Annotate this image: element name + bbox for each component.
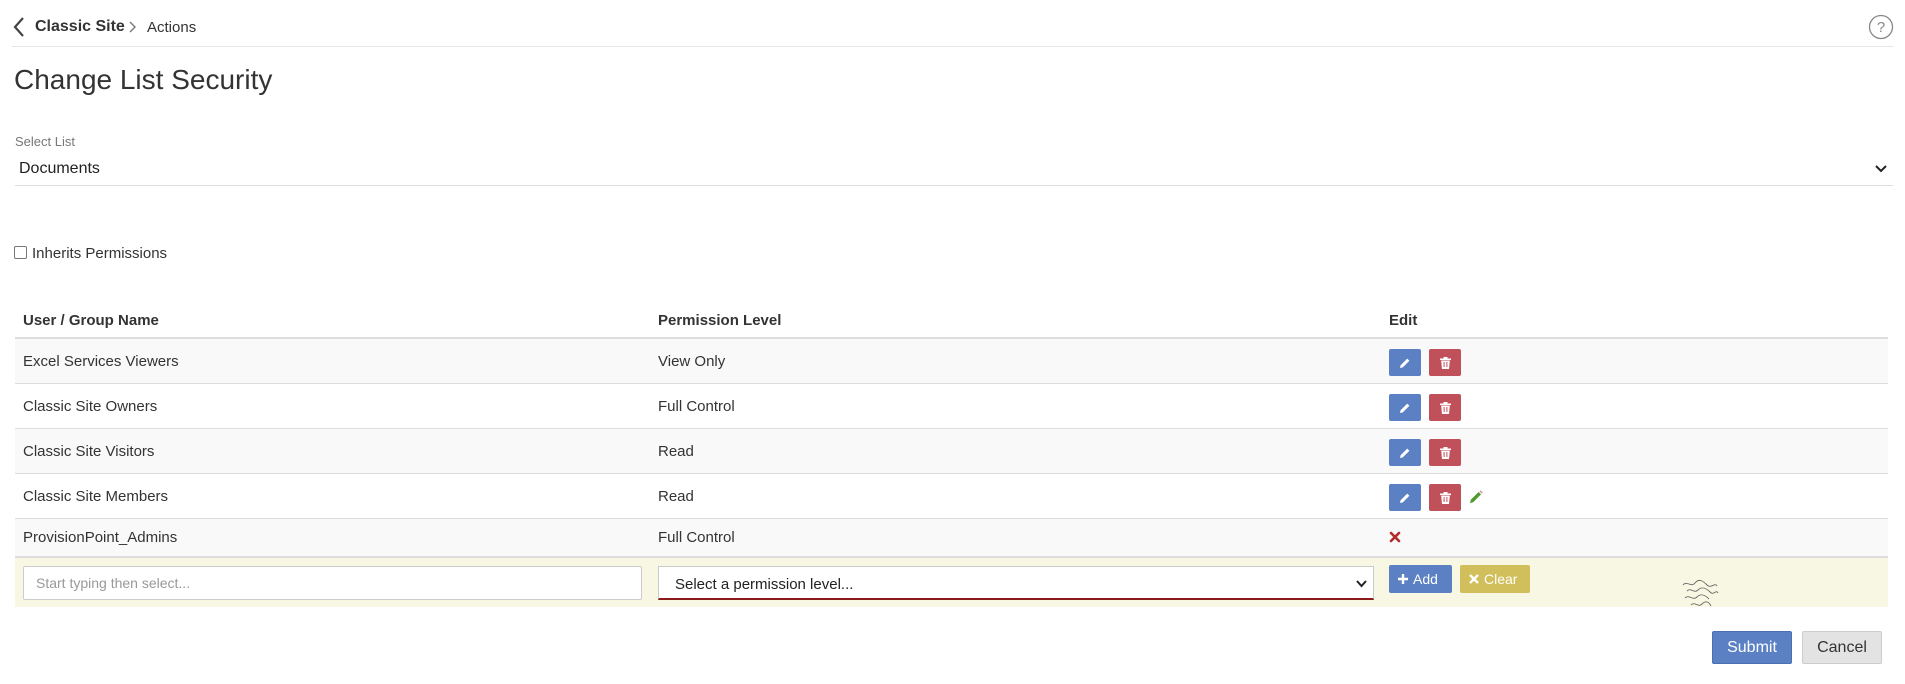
row-permission-level: Full Control (658, 529, 735, 546)
table-row: Excel Services Viewers View Only (15, 339, 1888, 384)
row-user-name: ProvisionPoint_Admins (23, 529, 178, 546)
plus-icon (1398, 574, 1408, 584)
list-select-value: Documents (19, 160, 100, 177)
row-user-name: Classic Site Owners (23, 398, 158, 415)
row-permission-level: Full Control (658, 398, 735, 415)
delete-button[interactable] (1429, 394, 1461, 421)
add-button-label: Add (1413, 571, 1438, 587)
table-row: Classic Site Visitors Read (15, 429, 1888, 474)
inherit-permissions-checkbox[interactable] (14, 246, 27, 259)
breadcrumb-site-link[interactable]: Classic Site (35, 18, 125, 36)
user-search-input[interactable] (23, 566, 642, 600)
add-button[interactable]: Add (1389, 565, 1452, 593)
submit-button[interactable]: Submit (1712, 631, 1792, 664)
permission-level-select-value: Select a permission level... (675, 576, 854, 593)
add-permission-row: Select a permission level... Add Clear (15, 557, 1888, 607)
delete-button[interactable] (1429, 484, 1461, 511)
svg-text:?: ? (1877, 19, 1885, 36)
delete-button[interactable] (1429, 439, 1461, 466)
cancel-button[interactable]: Cancel (1802, 631, 1882, 664)
header-edit: Edit (1389, 312, 1418, 329)
chevron-right-icon (129, 21, 136, 33)
pencil-icon (1400, 403, 1410, 413)
row-user-name: Classic Site Visitors (23, 443, 155, 460)
pencil-icon (1400, 493, 1410, 503)
header-user-group: User / Group Name (23, 312, 159, 329)
row-permission-level: Read (658, 488, 694, 505)
chevron-down-icon (1356, 580, 1367, 588)
trash-icon (1439, 446, 1451, 459)
permissions-table: User / Group Name Permission Level Edit … (15, 303, 1888, 607)
edit-button[interactable] (1389, 394, 1421, 421)
modified-pencil-icon (1470, 490, 1483, 503)
clear-button[interactable]: Clear (1460, 565, 1530, 593)
help-icon[interactable]: ? (1868, 14, 1894, 40)
inherit-permissions-label: Inherits Permissions (32, 245, 168, 262)
edit-button[interactable] (1389, 349, 1421, 376)
pencil-icon (1400, 358, 1410, 368)
remove-x-icon[interactable] (1389, 531, 1401, 543)
table-row: Classic Site Members Read (15, 474, 1888, 519)
edit-button[interactable] (1389, 484, 1421, 511)
list-select-dropdown[interactable]: Documents (15, 155, 1893, 186)
row-user-name: Excel Services Viewers (23, 353, 179, 370)
select-list-label: Select List (15, 134, 75, 149)
row-user-name: Classic Site Members (23, 488, 169, 505)
delete-button[interactable] (1429, 349, 1461, 376)
row-permission-level: Read (658, 443, 694, 460)
close-icon (1469, 574, 1479, 584)
page-title: Change List Security (14, 64, 273, 95)
header-permission-level: Permission Level (658, 312, 782, 329)
breadcrumb-current: Actions (147, 19, 197, 36)
edit-button[interactable] (1389, 439, 1421, 466)
table-header: User / Group Name Permission Level Edit (15, 303, 1888, 339)
trash-icon (1439, 401, 1451, 414)
row-permission-level: View Only (658, 353, 726, 370)
table-row: Classic Site Owners Full Control (15, 384, 1888, 429)
chevron-down-icon (1875, 165, 1887, 173)
pencil-icon (1400, 448, 1410, 458)
table-row: ProvisionPoint_Admins Full Control (15, 519, 1888, 557)
trash-icon (1439, 491, 1451, 504)
trash-icon (1439, 356, 1451, 369)
back-arrow-icon[interactable] (12, 16, 26, 38)
breadcrumb-bar: Classic Site Actions ? (12, 0, 1894, 47)
permission-level-select[interactable]: Select a permission level... (658, 566, 1374, 600)
loading-scribble-icon (1682, 579, 1719, 607)
clear-button-label: Clear (1484, 571, 1518, 587)
